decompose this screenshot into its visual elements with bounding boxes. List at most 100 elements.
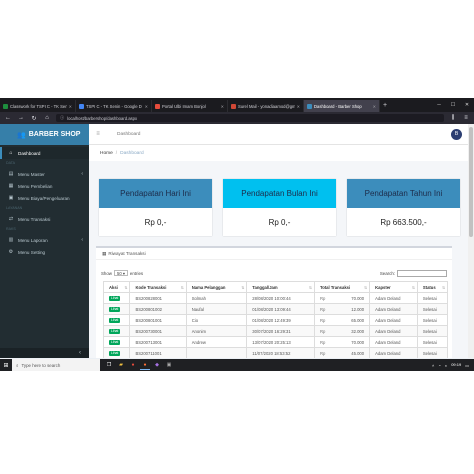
column-header[interactable]: Kapster ⇅ — [369, 281, 418, 293]
close-tab-icon[interactable]: ✕ — [373, 104, 376, 109]
table-header-row: Aksi ⇅ Kode Transaksi ⇅ Nama Pelanggan ⇅ Tangg… — [102, 281, 449, 293]
sidebar-item[interactable]: ⇄ Menu Transaksi — [0, 213, 89, 225]
notifications-icon[interactable]: ▭ — [465, 363, 469, 368]
status-cell: Selesai — [416, 292, 449, 304]
revenue-card-value: Rp 0,- — [268, 217, 291, 227]
tanggal-cell: 01/08/2020 13:09:44 — [246, 303, 315, 315]
page-scrollbar[interactable] — [468, 124, 474, 358]
file-explorer-icon[interactable]: ▰ — [116, 360, 126, 370]
revenue-card-title: Pendapatan Hari Ini — [99, 179, 212, 208]
browser-tab[interactable]: Portal Ulbi Imam Bonjol ✕ — [152, 100, 228, 112]
panel-header: ▦ Riwayat Transaksi — [96, 248, 452, 260]
sidebar-item[interactable]: ▥ Menu Laporan ‹ — [0, 234, 89, 246]
transaction-table: Aksi ⇅ Kode Transaksi ⇅ Nama Pelanggan ⇅ Tangg… — [102, 281, 449, 358]
home-browser-icon[interactable]: ⌂ — [43, 115, 51, 121]
kode-transaksi-cell: BS200730001 — [129, 325, 187, 337]
column-header[interactable]: Kode Transaksi ⇅ — [129, 281, 187, 293]
kapster-cell: Adam Deland — [369, 336, 418, 348]
menu-icon[interactable]: ≡ — [462, 115, 470, 121]
status-cell: Selesai — [416, 347, 449, 358]
favicon-icon — [231, 103, 236, 109]
minimize-icon[interactable]: ─ — [432, 102, 446, 108]
column-header[interactable]: Nama Pelanggan ⇅ — [185, 281, 248, 293]
view-detail-button[interactable]: Lihat — [109, 351, 121, 356]
view-detail-button[interactable]: Lihat — [109, 329, 121, 334]
maximize-icon[interactable]: ☐ — [446, 102, 460, 108]
total-amount: 70.000 — [351, 295, 365, 301]
chevron-left-icon: ‹ — [81, 171, 83, 177]
hamburger-icon[interactable]: ≡ — [91, 131, 105, 137]
windows-start-icon[interactable]: ⊞ — [0, 362, 12, 369]
aksi-cell: Lihat — [102, 303, 131, 315]
column-header[interactable]: Status ⇅ — [416, 281, 449, 293]
view-detail-button[interactable]: Lihat — [109, 318, 121, 323]
address-bar[interactable]: ⓘ localhost/barbershop/dashboard.aspx — [56, 114, 444, 122]
close-tab-icon[interactable]: ✕ — [145, 104, 148, 109]
kode-transaksi-cell: BS200713001 — [129, 336, 187, 348]
breadcrumb-home[interactable]: Home — [100, 151, 113, 156]
sidebar-collapse-button[interactable]: ‹ — [0, 348, 89, 358]
total-transaksi-cell: Rp 32.000 — [313, 325, 371, 337]
close-tab-icon[interactable]: ✕ — [297, 104, 300, 109]
column-header[interactable]: Aksi ⇅ — [102, 281, 131, 293]
nama-pelanggan-cell: Andrew — [185, 336, 248, 348]
tray-arrow-icon[interactable]: ˄ — [432, 363, 434, 368]
view-detail-button[interactable]: Lihat — [109, 296, 121, 301]
revenue-card: Pendapatan Hari Ini Rp 0,- — [99, 179, 212, 236]
taskbar-search[interactable]: ⌕ Type here to search — [12, 359, 100, 371]
brand[interactable]: 👥 BARBER SHOP — [0, 124, 89, 145]
column-header-label: Kapster — [375, 284, 391, 290]
currency-label: Rp — [319, 339, 326, 345]
search-input[interactable] — [397, 269, 447, 277]
library-icon[interactable]: ⫼ — [449, 115, 457, 122]
browser-tab[interactable]: Surel Mail - yonadiaamod@gm ✕ — [228, 100, 304, 112]
status-cell: Selesai — [416, 303, 449, 315]
total-transaksi-cell: Rp 12.000 — [313, 303, 371, 315]
revenue-card-title: Pendapatan Tahun Ini — [347, 179, 460, 208]
sidebar-item[interactable]: ▦ Menu Pembelian — [0, 180, 89, 192]
sql-server-icon[interactable]: ▣ — [164, 360, 174, 370]
table-search: Search: — [380, 269, 447, 277]
sidebar-item[interactable]: ▣ Menu Biaya/Pengeluaran — [0, 192, 89, 204]
close-tab-icon[interactable]: ✕ — [221, 104, 224, 109]
table-icon: ▦ — [102, 250, 107, 256]
forward-arrow-icon[interactable]: → — [17, 115, 25, 121]
nama-pelanggan-cell: Cio — [185, 314, 248, 326]
browser-tab[interactable]: TSPI C - TK Senin - Google D ✕ — [76, 100, 152, 112]
screen: Classwork for TSPI C - TK Senin ✕ TSPI C -… — [0, 98, 474, 371]
column-header[interactable]: Total Transaksi ⇅ — [313, 281, 371, 293]
nama-pelanggan-cell: Anonim — [185, 325, 248, 337]
view-detail-button[interactable]: Lihat — [109, 340, 121, 345]
sort-icon: ⇅ — [241, 285, 245, 290]
browser-tab[interactable]: Classwork for TSPI C - TK Senin ✕ — [0, 100, 76, 112]
back-arrow-icon[interactable]: ← — [4, 115, 12, 121]
entries-select[interactable]: 50 ▾ — [113, 270, 128, 276]
close-window-icon[interactable]: ✕ — [460, 102, 474, 108]
volume-icon[interactable]: ◖ — [445, 363, 447, 368]
reload-icon[interactable]: ↻ — [30, 115, 38, 122]
browser-tab[interactable]: Dashboard - Barber Shop ✕ — [304, 100, 380, 112]
sidebar-item[interactable]: ▤ Menu Master ‹ — [0, 168, 89, 180]
search-icon: ⌕ — [16, 362, 19, 368]
column-header-label: Total Transaksi — [319, 284, 351, 290]
sidebar-item[interactable]: ⚙ Menu Setting — [0, 246, 89, 258]
total-transaksi-cell: Rp 70.000 — [313, 336, 371, 348]
total-amount: 65.000 — [351, 317, 365, 323]
browser-tab-title: Classwork for TSPI C - TK Senin — [10, 103, 67, 109]
visual-studio-icon[interactable]: ◆ — [152, 360, 162, 370]
network-icon[interactable]: ◔ — [438, 363, 440, 368]
home-icon: ⌂ — [9, 150, 13, 156]
column-header[interactable]: Tanggal/Jam ⇅ — [246, 281, 315, 293]
status-cell: Selesai — [416, 325, 449, 337]
close-tab-icon[interactable]: ✕ — [69, 104, 72, 109]
firefox-icon[interactable]: ● — [140, 360, 150, 370]
scrollbar-thumb[interactable] — [469, 127, 473, 237]
clock[interactable]: 09:19 — [451, 362, 461, 368]
view-detail-button[interactable]: Lihat — [109, 307, 121, 312]
user-avatar[interactable]: B — [451, 128, 462, 140]
new-tab-button[interactable]: + — [380, 100, 390, 112]
sidebar-item[interactable]: ⌂ Dashboard — [0, 147, 89, 159]
task-view-icon[interactable]: ❐ — [104, 360, 114, 370]
sidebar-item-label: Menu Laporan — [18, 237, 48, 243]
chrome-icon[interactable]: ● — [128, 360, 138, 370]
